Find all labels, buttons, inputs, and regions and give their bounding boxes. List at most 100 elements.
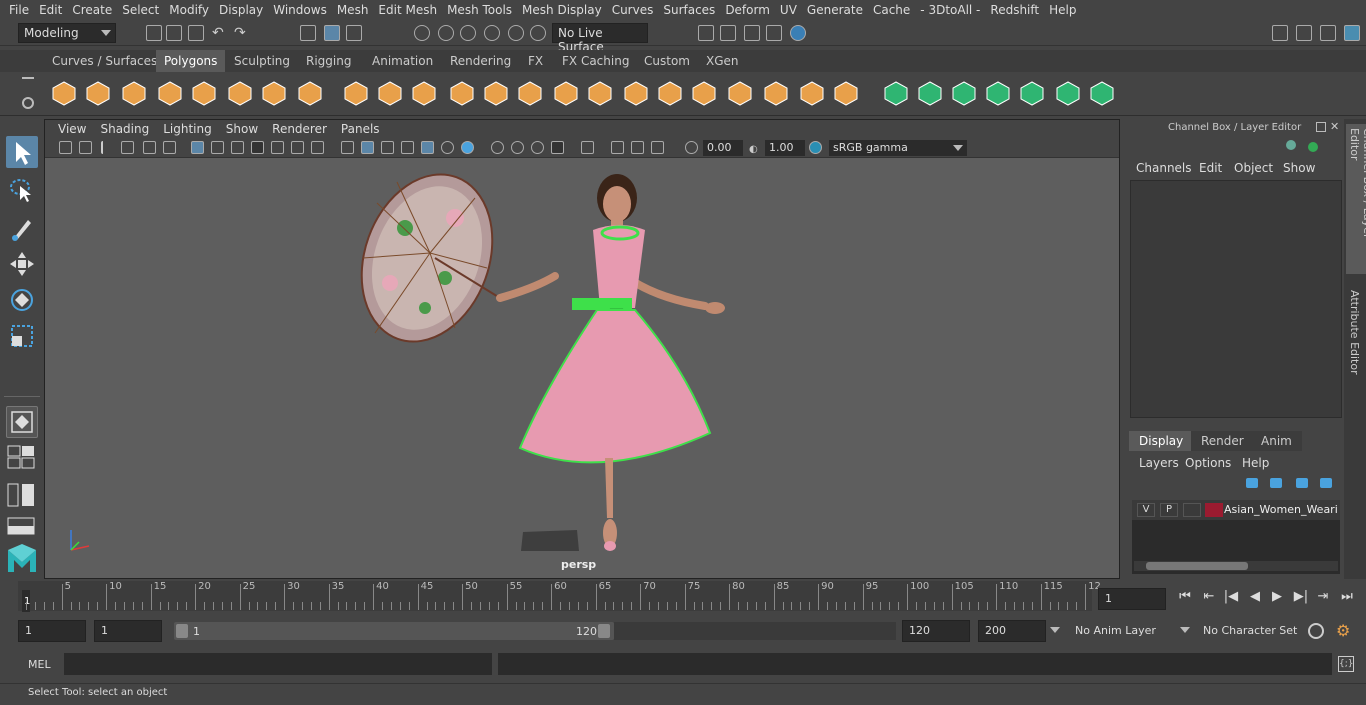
tab-channel-box[interactable]: Channel Box / Layer Editor (1346, 124, 1366, 274)
toggle-tool-settings-icon[interactable] (1320, 25, 1336, 41)
color-management-icon[interactable] (809, 141, 822, 154)
shelf-tab-sculpting[interactable]: Sculpting (226, 50, 298, 72)
menu-mesh-tools[interactable]: Mesh Tools (442, 3, 517, 17)
script-editor-icon[interactable]: {;} (1338, 656, 1354, 672)
menu-cache[interactable]: Cache (868, 3, 915, 17)
menu-mesh[interactable]: Mesh (332, 3, 374, 17)
play-backward-icon[interactable]: ◀ (1246, 588, 1264, 606)
new-layer-selected-icon[interactable] (1320, 478, 1332, 488)
exposure-field[interactable]: 0.00 (703, 140, 743, 156)
depth-of-field-icon[interactable] (551, 141, 564, 154)
scale-tool-icon[interactable] (6, 320, 38, 352)
menu-deform[interactable]: Deform (720, 3, 775, 17)
undo-icon[interactable]: ↶ (212, 25, 228, 41)
range-slider[interactable] (174, 622, 614, 640)
layer-menu-help[interactable]: Help (1242, 456, 1269, 470)
anim-layer-dropdown[interactable]: No Anim Layer (1068, 620, 1172, 642)
snap-curve-icon[interactable] (438, 25, 454, 41)
insert-loop-icon[interactable] (798, 79, 826, 107)
bool-icon[interactable] (516, 79, 544, 107)
gamma-field[interactable]: 1.00 (765, 140, 805, 156)
snap-point-icon[interactable] (460, 25, 476, 41)
planar-uv-icon[interactable] (950, 79, 978, 107)
poly-sphere-icon[interactable] (50, 79, 78, 107)
menu-windows[interactable]: Windows (268, 3, 332, 17)
shelf-tab-xgen[interactable]: XGen (698, 50, 747, 72)
use-all-lights-icon[interactable] (441, 141, 454, 154)
poly-pipe-icon[interactable] (296, 79, 324, 107)
menu-redshift[interactable]: Redshift (985, 3, 1044, 17)
average-icon[interactable] (482, 79, 510, 107)
step-back-frame-icon[interactable]: |◀ (1222, 588, 1240, 606)
exposure-icon[interactable] (685, 141, 698, 154)
menu-modify[interactable]: Modify (164, 3, 214, 17)
render-view-icon[interactable] (698, 25, 714, 41)
move-layer-up-icon[interactable] (1246, 478, 1258, 488)
layer-visibility-toggle[interactable]: V (1137, 503, 1155, 517)
shelf-tab-fx-caching[interactable]: FX Caching (554, 50, 637, 72)
smooth-icon[interactable] (448, 79, 476, 107)
command-input[interactable] (64, 653, 492, 675)
target-weld-icon[interactable] (762, 79, 790, 107)
live-surface-field[interactable]: No Live Surface (552, 23, 648, 54)
screen-space-ao-icon[interactable] (491, 141, 504, 154)
viewport-menu-shading[interactable]: Shading (93, 122, 156, 136)
viewport-menu-show[interactable]: Show (219, 122, 265, 136)
redo-icon[interactable]: ↷ (234, 25, 250, 41)
snap-view-icon[interactable] (484, 25, 500, 41)
channel-menu-channels[interactable]: Channels (1136, 161, 1192, 175)
step-back-key-icon[interactable]: ⇤ (1200, 588, 1218, 606)
layer-type-toggle[interactable] (1183, 503, 1201, 517)
script-language-label[interactable]: MEL (28, 658, 51, 671)
poly-cylinder-icon[interactable] (120, 79, 148, 107)
safe-title-icon[interactable] (311, 141, 324, 154)
viewport-menu-renderer[interactable]: Renderer (265, 122, 334, 136)
channel-box[interactable] (1130, 180, 1342, 418)
film-gate-icon[interactable] (211, 141, 224, 154)
bevel-icon[interactable] (690, 79, 718, 107)
safe-action-icon[interactable] (291, 141, 304, 154)
poly-cube-icon[interactable] (84, 79, 112, 107)
render-settings-icon[interactable] (766, 25, 782, 41)
layer-scrollbar[interactable] (1134, 561, 1338, 571)
grid-toggle-icon[interactable] (191, 141, 204, 154)
auto-uv-icon[interactable] (984, 79, 1012, 107)
go-to-end-icon[interactable]: ⏭ (1338, 588, 1356, 606)
wireframe-icon[interactable] (341, 141, 354, 154)
end-options-chevron-icon[interactable] (1050, 627, 1060, 633)
current-frame-field[interactable]: 1 (1098, 588, 1166, 610)
camera-attributes-icon[interactable] (79, 141, 92, 154)
menu-generate[interactable]: Generate (802, 3, 868, 17)
rotate-tool-icon[interactable] (6, 284, 38, 316)
outliner-layout-icon[interactable] (6, 480, 38, 510)
float-panel-icon[interactable] (1316, 122, 1326, 132)
open-scene-icon[interactable] (166, 25, 182, 41)
layer-color-swatch[interactable] (1205, 503, 1223, 517)
gamma-icon[interactable]: ◐ (749, 141, 762, 155)
move-layer-down-icon[interactable] (1270, 478, 1282, 488)
axis-display-icon[interactable] (1286, 140, 1296, 150)
character-model[interactable] (496, 174, 725, 551)
anim-layer-chevron-icon[interactable] (1180, 627, 1190, 633)
gate-mask-icon[interactable] (251, 141, 264, 154)
close-panel-icon[interactable]: ✕ (1330, 120, 1339, 133)
range-slider-track[interactable] (614, 622, 896, 640)
tab-attribute-editor[interactable]: Attribute Editor (1346, 288, 1363, 378)
menu-curves[interactable]: Curves (607, 3, 659, 17)
shelf-tab-fx[interactable]: FX (520, 50, 551, 72)
layer-tab-anim[interactable]: Anim (1251, 431, 1302, 451)
go-to-start-icon[interactable]: ⏮ (1176, 588, 1194, 606)
menu-edit[interactable]: Edit (34, 3, 67, 17)
step-forward-key-icon[interactable]: ⇥ (1314, 588, 1332, 606)
edit-edge-icon[interactable] (882, 79, 910, 107)
2d-pan-zoom-icon[interactable] (143, 141, 156, 154)
menu-uv[interactable]: UV (775, 3, 802, 17)
resolution-gate-icon[interactable] (231, 141, 244, 154)
hypershade-icon[interactable] (790, 25, 806, 41)
mirror-icon[interactable] (552, 79, 580, 107)
channel-menu-show[interactable]: Show (1283, 161, 1315, 175)
shelf-settings-icon[interactable] (22, 97, 34, 109)
bridge-icon[interactable] (622, 79, 650, 107)
new-layer-icon[interactable] (1296, 478, 1308, 488)
camera-select-icon[interactable] (59, 141, 72, 154)
